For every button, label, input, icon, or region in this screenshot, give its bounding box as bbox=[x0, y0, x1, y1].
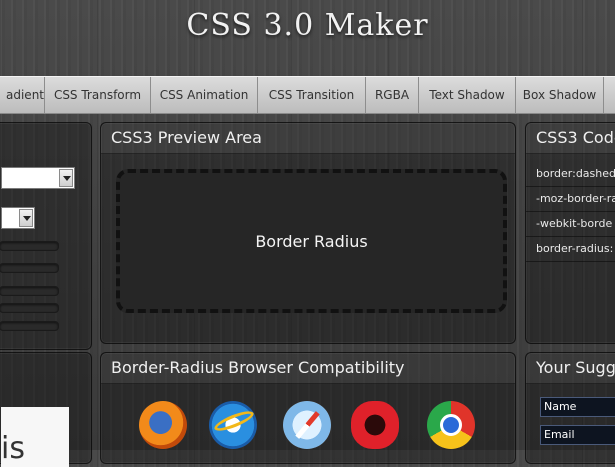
radius-slider-5[interactable] bbox=[0, 321, 59, 331]
nav-item-box-shadow[interactable]: Box Shadow bbox=[516, 77, 604, 113]
left-bottom-panel: is bbox=[0, 352, 92, 467]
chevron-down-icon[interactable] bbox=[19, 209, 33, 227]
radius-slider-2[interactable] bbox=[0, 263, 59, 273]
compat-heading: Border-Radius Browser Compatibility bbox=[101, 353, 515, 384]
radius-slider-4[interactable] bbox=[0, 303, 59, 313]
preview-box-text: Border Radius bbox=[255, 231, 368, 251]
firefox-icon bbox=[139, 401, 187, 449]
preview-box: Border Radius bbox=[116, 169, 507, 313]
nav-item-css-transition[interactable]: CSS Transition bbox=[258, 77, 366, 113]
code-heading: CSS3 Code bbox=[526, 123, 615, 154]
suggestion-panel: Your Sugg bbox=[525, 352, 615, 464]
page-title: CSS 3.0 Maker bbox=[186, 8, 429, 43]
border-style-select[interactable] bbox=[1, 167, 75, 189]
email-field[interactable] bbox=[540, 425, 615, 445]
code-panel: CSS3 Code border:dashed -moz-border-ra -… bbox=[525, 122, 615, 344]
radius-slider-1[interactable] bbox=[0, 241, 59, 251]
sample-card-text: is bbox=[1, 431, 25, 466]
nav-item-more[interactable] bbox=[604, 77, 615, 113]
sample-card: is bbox=[1, 407, 69, 467]
preview-panel: CSS3 Preview Area Border Radius bbox=[100, 122, 516, 344]
chrome-icon bbox=[427, 401, 475, 449]
radius-slider-3[interactable] bbox=[0, 286, 59, 296]
code-line[interactable]: -moz-border-ra bbox=[526, 187, 615, 212]
compat-panel: Border-Radius Browser Compatibility bbox=[100, 352, 516, 464]
chevron-down-icon[interactable] bbox=[59, 169, 73, 187]
nav-item-css-transform[interactable]: CSS Transform bbox=[45, 77, 151, 113]
suggestion-heading: Your Sugg bbox=[526, 353, 615, 384]
nav-item-css-animation[interactable]: CSS Animation bbox=[151, 77, 258, 113]
preview-heading: CSS3 Preview Area bbox=[101, 123, 515, 154]
internet-explorer-icon bbox=[209, 401, 257, 449]
nav-bar: adient CSS Transform CSS Animation CSS T… bbox=[0, 76, 615, 114]
nav-item-gradient[interactable]: adient bbox=[0, 77, 45, 113]
opera-icon bbox=[351, 401, 399, 449]
code-line[interactable]: border:dashed bbox=[526, 162, 615, 187]
nav-item-text-shadow[interactable]: Text Shadow bbox=[419, 77, 516, 113]
code-line[interactable]: border-radius: bbox=[526, 237, 615, 262]
nav-item-rgba[interactable]: RGBA bbox=[366, 77, 419, 113]
name-field[interactable] bbox=[540, 397, 615, 417]
safari-icon bbox=[283, 401, 331, 449]
border-width-select[interactable] bbox=[1, 207, 35, 229]
code-line[interactable]: -webkit-borde bbox=[526, 212, 615, 237]
controls-panel bbox=[0, 122, 92, 350]
code-lines: border:dashed -moz-border-ra -webkit-bor… bbox=[526, 162, 615, 262]
